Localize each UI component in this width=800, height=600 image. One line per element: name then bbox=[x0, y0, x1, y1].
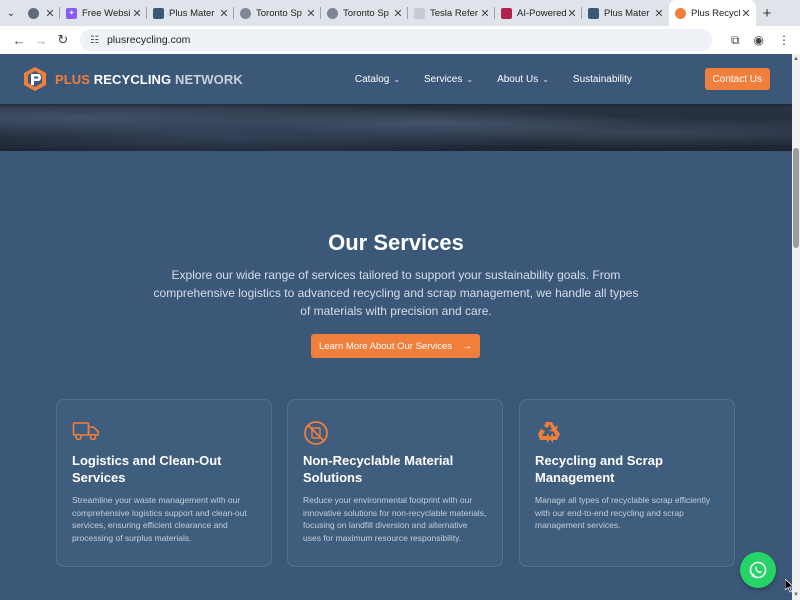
tab-6[interactable]: AI-Powered ✕ bbox=[495, 0, 582, 26]
services-description: Explore our wide range of services tailo… bbox=[153, 268, 639, 318]
logo-text: PLUS RECYCLING NETWORK bbox=[55, 72, 243, 87]
tab-title: AI-Powered bbox=[517, 7, 566, 19]
tab-0[interactable]: ✕ bbox=[22, 0, 60, 26]
menu-icon[interactable]: ⋮ bbox=[778, 33, 790, 48]
globe-icon bbox=[327, 7, 338, 19]
recycling-icon bbox=[675, 7, 686, 19]
tab-search-icon[interactable]: ⌄ bbox=[0, 0, 22, 26]
nav-label: Services bbox=[424, 73, 463, 85]
address-bar: ← → ↻ ☷ plusrecycling.com ⧉ ◉ ⋮ bbox=[0, 26, 800, 54]
nav-services[interactable]: Services ⌄ bbox=[424, 74, 473, 85]
reload-icon[interactable]: ↻ bbox=[52, 32, 74, 48]
close-icon[interactable]: ✕ bbox=[131, 7, 143, 20]
scroll-up-icon[interactable]: ▲ bbox=[792, 56, 800, 62]
chevron-down-icon: ⌄ bbox=[542, 74, 549, 84]
globe-icon bbox=[240, 7, 251, 19]
site-icon bbox=[153, 7, 164, 19]
close-icon[interactable]: ✕ bbox=[653, 7, 665, 20]
page-scrollbar[interactable]: ▲ ▼ bbox=[792, 54, 800, 600]
browser-tab-bar: ⌄ ✕ ✦ Free Websi ✕ Plus Mater ✕ Toronto … bbox=[0, 0, 800, 26]
service-card-recycling[interactable]: Recycling and Scrap Management Manage al… bbox=[519, 399, 735, 567]
card-title: Non-Recyclable Material Solutions bbox=[303, 453, 454, 485]
close-icon[interactable]: ✕ bbox=[566, 7, 578, 20]
nav-sustainability[interactable]: Sustainability bbox=[573, 74, 632, 85]
tab-title: Toronto Sp bbox=[256, 7, 302, 19]
card-text: Reduce your environmental footprint with… bbox=[303, 495, 487, 543]
back-icon[interactable]: ← bbox=[8, 33, 30, 48]
arrow-right-icon: → bbox=[462, 340, 473, 352]
tab-4[interactable]: Toronto Sp ✕ bbox=[321, 0, 408, 26]
extensions-icon[interactable]: ⧉ bbox=[731, 33, 740, 48]
learn-more-button[interactable]: Learn More About Our Services → bbox=[311, 334, 480, 358]
ai-sparkle-icon: ✦ bbox=[66, 7, 77, 19]
contact-us-button[interactable]: Contact Us bbox=[704, 68, 770, 90]
close-icon[interactable]: ✕ bbox=[392, 7, 404, 20]
nav-label: Catalog bbox=[354, 73, 390, 85]
tab-2[interactable]: Plus Mater ✕ bbox=[147, 0, 234, 26]
card-title: Logistics and Clean-Out Services bbox=[72, 453, 222, 485]
url-text: plusrecycling.com bbox=[106, 34, 191, 46]
tab-title: Plus Recycl bbox=[691, 7, 740, 19]
services-title: Our Services bbox=[328, 230, 464, 255]
mouse-cursor-icon bbox=[785, 579, 795, 593]
tab-title: Tesla Refer bbox=[430, 7, 479, 19]
close-icon[interactable]: ✕ bbox=[305, 7, 317, 20]
card-text: Manage all types of recyclable scrap eff… bbox=[535, 495, 711, 530]
tab-5[interactable]: Tesla Refer ✕ bbox=[408, 0, 495, 26]
no-recycle-icon bbox=[303, 420, 331, 446]
tab-title: Free Websi bbox=[82, 7, 131, 19]
service-card-logistics[interactable]: Logistics and Clean-Out Services Streaml… bbox=[56, 399, 272, 567]
url-input[interactable]: ☷ plusrecycling.com bbox=[80, 29, 712, 51]
close-icon[interactable]: ✕ bbox=[44, 7, 56, 20]
ai-icon bbox=[501, 7, 512, 19]
logo-word-recycling: RECYCLING bbox=[93, 71, 172, 87]
nav-label: Sustainability bbox=[572, 73, 632, 85]
site-icon bbox=[588, 7, 599, 19]
profile-icon[interactable]: ◉ bbox=[754, 33, 764, 48]
nav-label: About Us bbox=[497, 73, 539, 85]
learn-more-label: Learn More About Our Services bbox=[318, 340, 453, 352]
tab-3[interactable]: Toronto Sp ✕ bbox=[234, 0, 321, 26]
chevron-down-icon: ⌄ bbox=[466, 74, 474, 84]
site-info-icon[interactable]: ☷ bbox=[90, 35, 99, 46]
close-icon[interactable]: ✕ bbox=[740, 7, 752, 20]
recycle-icon bbox=[535, 420, 563, 446]
tab-title: Plus Mater bbox=[604, 7, 650, 19]
scrollbar-thumb[interactable] bbox=[793, 148, 799, 248]
close-icon[interactable]: ✕ bbox=[218, 7, 230, 20]
nav-catalog[interactable]: Catalog ⌄ bbox=[355, 74, 400, 85]
nav-about-us[interactable]: About Us ⌄ bbox=[497, 74, 549, 85]
logo-word-network: NETWORK bbox=[174, 71, 243, 87]
logo-word-plus: PLUS bbox=[55, 71, 91, 87]
tab-7[interactable]: Plus Mater ✕ bbox=[582, 0, 669, 26]
forward-icon[interactable]: → bbox=[30, 33, 52, 48]
logo-icon bbox=[22, 66, 48, 92]
hero-image bbox=[0, 104, 792, 151]
tab-1[interactable]: ✦ Free Websi ✕ bbox=[60, 0, 147, 26]
site-header: PLUS RECYCLING NETWORK Catalog ⌄ Service… bbox=[0, 54, 792, 104]
service-card-non-recyclable[interactable]: Non-Recyclable Material Solutions Reduce… bbox=[287, 399, 503, 567]
chevron-down-icon: ⌄ bbox=[393, 74, 401, 84]
globe-icon bbox=[28, 7, 39, 19]
close-icon[interactable]: ✕ bbox=[479, 7, 491, 20]
web-page: PLUS RECYCLING NETWORK Catalog ⌄ Service… bbox=[0, 54, 792, 600]
site-icon bbox=[414, 7, 425, 19]
whatsapp-icon bbox=[749, 561, 767, 579]
main-nav: Catalog ⌄ Services ⌄ About Us ⌄ Sustaina… bbox=[355, 74, 656, 85]
truck-icon bbox=[72, 420, 100, 446]
tab-title: Plus Mater bbox=[169, 7, 215, 19]
tab-title: Toronto Sp bbox=[343, 7, 389, 19]
whatsapp-chat-button[interactable] bbox=[740, 552, 776, 588]
card-text: Streamline your waste management with ou… bbox=[72, 495, 247, 543]
tab-8-active[interactable]: Plus Recycl ✕ bbox=[669, 0, 756, 26]
card-title: Recycling and Scrap Management bbox=[535, 453, 663, 485]
logo[interactable]: PLUS RECYCLING NETWORK bbox=[22, 66, 243, 92]
new-tab-icon[interactable]: + bbox=[756, 5, 778, 22]
